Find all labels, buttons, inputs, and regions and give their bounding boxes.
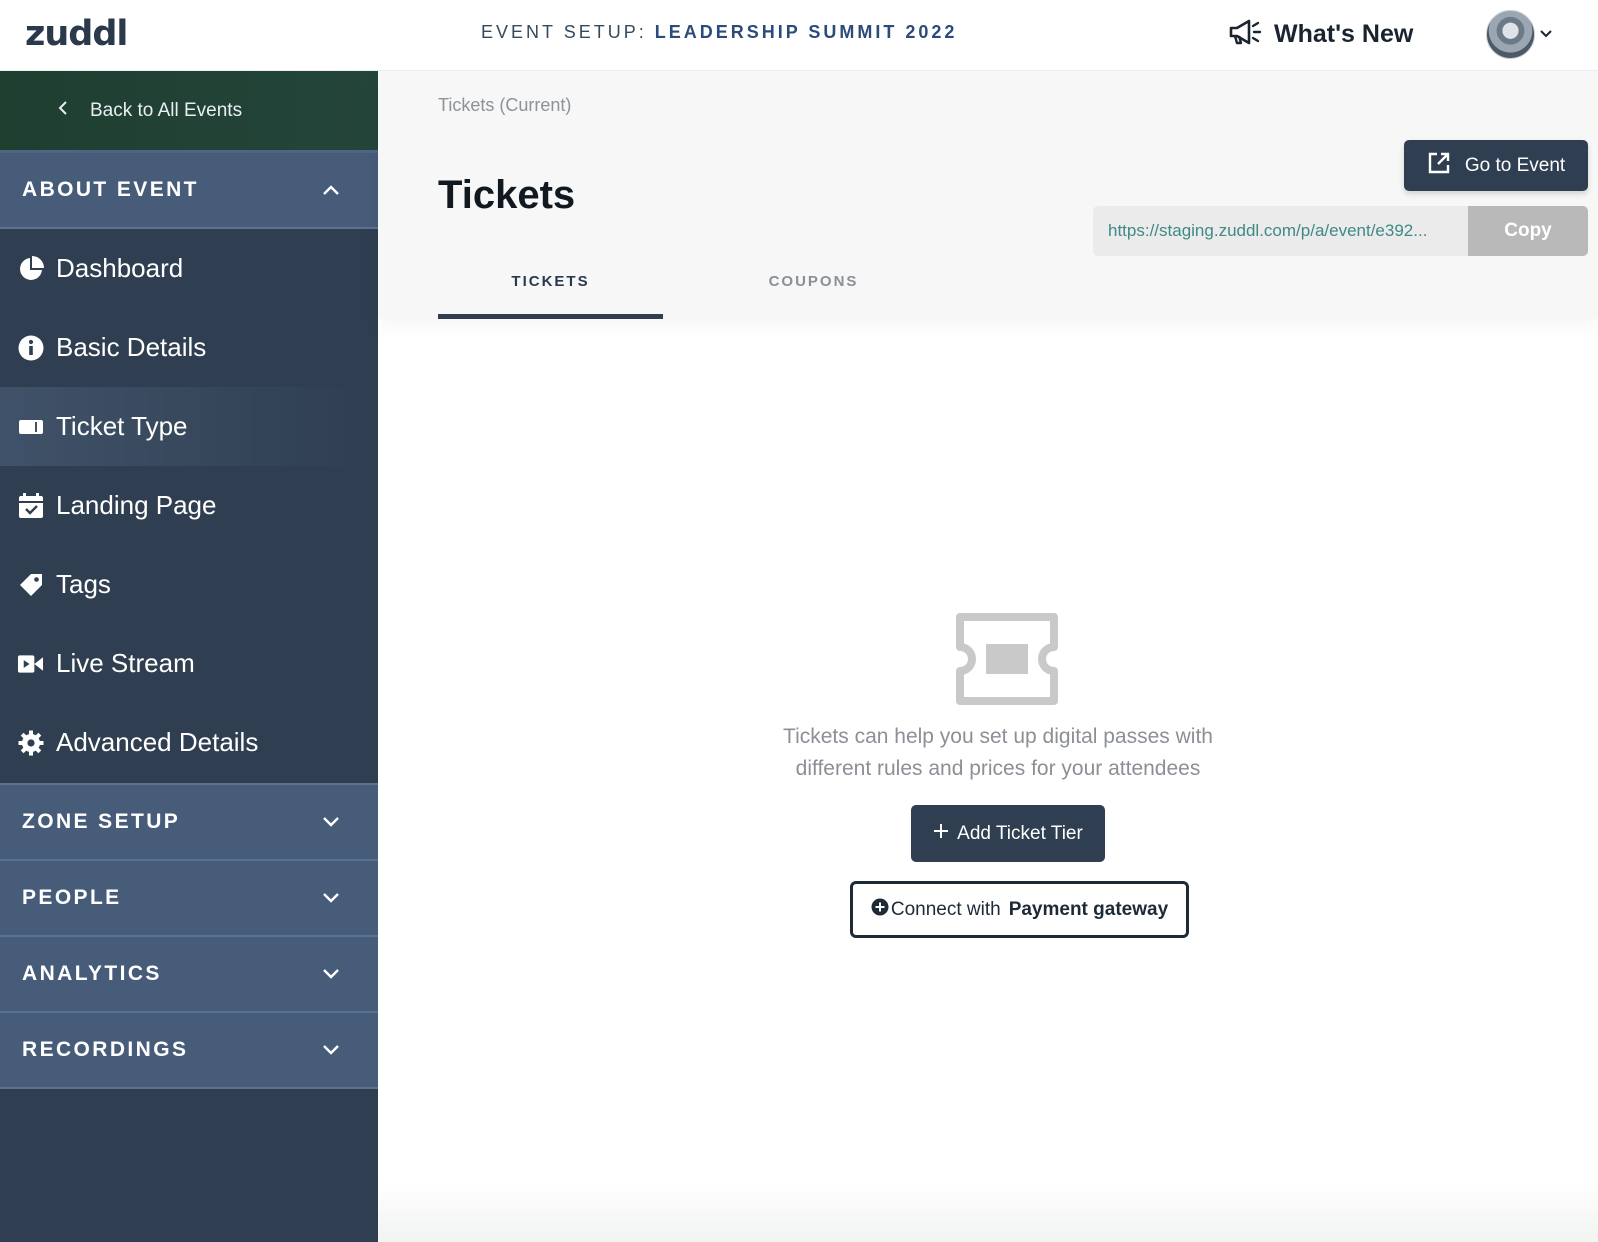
copy-url-button[interactable]: Copy	[1468, 206, 1588, 256]
connect-prefix: Connect with	[890, 898, 1001, 920]
chevron-down-icon	[322, 810, 340, 834]
chevron-down-icon	[322, 1038, 340, 1062]
section-label: PEOPLE	[22, 886, 122, 909]
sidebar-item-landing-page[interactable]: Landing Page	[0, 466, 378, 545]
sidebar-item-label: Advanced Details	[56, 727, 259, 757]
zuddl-logo[interactable]: zuddl	[25, 14, 128, 54]
calendar-check-icon	[17, 492, 44, 519]
sidebar-item-ticket-type[interactable]: Ticket Type	[0, 387, 378, 466]
avatar[interactable]	[1486, 10, 1535, 59]
sidebar-item-basic-details[interactable]: Basic Details	[0, 308, 378, 387]
event-name: LEADERSHIP SUMMIT 2022	[654, 22, 958, 42]
sidebar: Back to All Events ABOUT EVENT Dashboard…	[0, 71, 378, 1242]
add-ticket-tier-button[interactable]: Add Ticket Tier	[911, 805, 1105, 862]
chevron-down-icon	[322, 886, 340, 910]
connect-payment-gateway-button[interactable]: Connect with Payment gateway	[850, 881, 1189, 938]
tag-icon	[17, 571, 44, 598]
section-label: ABOUT EVENT	[22, 178, 199, 201]
whats-new-label: What's New	[1274, 19, 1414, 48]
tab-tickets[interactable]: TICKETS	[438, 263, 663, 319]
whats-new-button[interactable]: What's New	[1228, 16, 1413, 52]
gear-icon	[17, 729, 44, 756]
sidebar-item-live-stream[interactable]: Live Stream	[0, 624, 378, 703]
tab-coupons[interactable]: COUPONS	[701, 263, 926, 319]
sidebar-item-label: Dashboard	[56, 253, 184, 283]
page-header: Tickets (Current) Tickets Go to Event ht…	[378, 71, 1598, 319]
about-event-items: Dashboard Basic Details Ticket Type Land…	[0, 229, 378, 785]
plus-icon	[933, 823, 949, 845]
sidebar-item-label: Landing Page	[56, 490, 217, 520]
event-url-field[interactable]: https://staging.zuddl.com/p/a/event/e392…	[1093, 206, 1468, 256]
user-menu[interactable]	[1486, 10, 1553, 59]
ticket-placeholder-icon	[956, 613, 1058, 710]
empty-state-line-2: different rules and prices for your atte…	[795, 757, 1201, 780]
video-icon	[17, 650, 44, 677]
chevron-down-icon	[322, 962, 340, 986]
connect-gateway-label: Payment gateway	[1008, 898, 1169, 920]
empty-state-description: Tickets can help you set up digital pass…	[748, 721, 1248, 785]
breadcrumb: Tickets (Current)	[438, 95, 572, 115]
section-zone-setup[interactable]: ZONE SETUP	[0, 785, 378, 861]
section-people[interactable]: PEOPLE	[0, 861, 378, 937]
empty-state-line-1: Tickets can help you set up digital pass…	[783, 725, 1213, 748]
sidebar-item-label: Live Stream	[56, 648, 195, 678]
top-header: zuddl EVENT SETUP: LEADERSHIP SUMMIT 202…	[0, 0, 1598, 71]
sidebar-item-label: Tags	[56, 569, 111, 599]
pie-chart-icon	[17, 255, 44, 282]
page-title: Tickets	[438, 173, 576, 217]
section-label: ZONE SETUP	[22, 810, 181, 833]
section-analytics[interactable]: ANALYTICS	[0, 937, 378, 1013]
main-content: Tickets (Current) Tickets Go to Event ht…	[378, 71, 1598, 1242]
section-label: ANALYTICS	[22, 962, 162, 985]
megaphone-icon	[1228, 18, 1262, 51]
bottom-fade	[378, 1181, 1598, 1242]
section-recordings[interactable]: RECORDINGS	[0, 1013, 378, 1089]
section-label: RECORDINGS	[22, 1038, 189, 1061]
event-setup-prefix: EVENT SETUP:	[481, 22, 655, 42]
back-to-all-events[interactable]: Back to All Events	[0, 71, 378, 153]
chevron-left-icon	[58, 100, 68, 122]
sidebar-item-dashboard[interactable]: Dashboard	[0, 229, 378, 308]
go-to-event-button[interactable]: Go to Event	[1404, 140, 1588, 191]
event-setup-title: EVENT SETUP: LEADERSHIP SUMMIT 2022	[481, 22, 957, 43]
sidebar-item-tags[interactable]: Tags	[0, 545, 378, 624]
chevron-down-icon[interactable]	[1539, 26, 1553, 44]
go-to-event-label: Go to Event	[1464, 154, 1566, 176]
sidebar-item-advanced-details[interactable]: Advanced Details	[0, 703, 378, 782]
add-ticket-tier-label: Add Ticket Tier	[957, 822, 1083, 844]
info-icon	[17, 334, 44, 361]
plus-circle-icon	[871, 898, 889, 922]
chevron-up-icon	[322, 178, 340, 202]
external-link-icon	[1427, 151, 1451, 181]
section-about-event[interactable]: ABOUT EVENT	[0, 153, 378, 229]
sidebar-item-label: Ticket Type	[56, 411, 188, 441]
ticket-icon	[17, 413, 44, 440]
back-label: Back to All Events	[90, 99, 243, 121]
sidebar-item-label: Basic Details	[56, 332, 207, 362]
